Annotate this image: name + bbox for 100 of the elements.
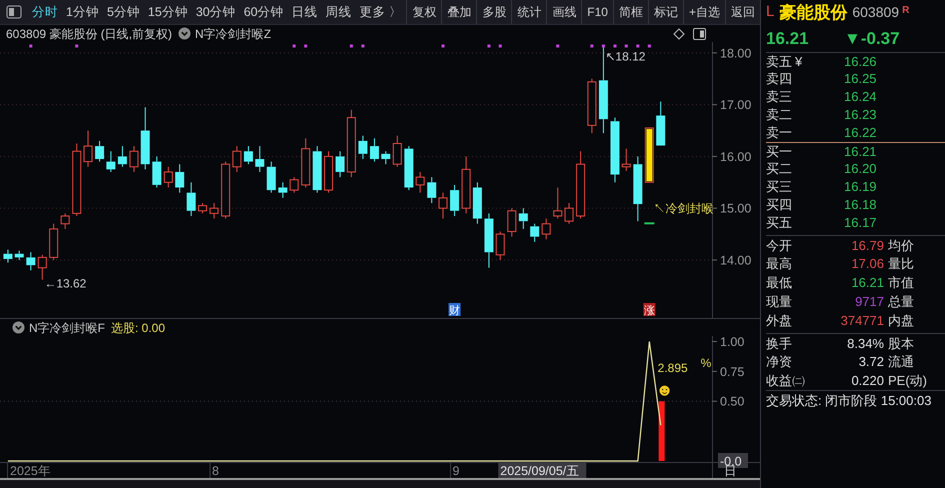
candlestick <box>358 135 368 160</box>
price-annotation: ↖18.12 <box>605 50 646 64</box>
stat-label: 流通 <box>888 353 914 371</box>
signal-dash <box>644 222 654 224</box>
period-tab[interactable]: 1分钟 <box>62 0 103 24</box>
axis-label: 17.00 <box>720 98 752 112</box>
toolbar-button[interactable]: F10 <box>581 0 613 24</box>
candlestick <box>622 148 631 172</box>
toolbar-button[interactable]: 标记 <box>648 0 683 24</box>
toolbar-button[interactable]: +自选 <box>682 0 725 24</box>
period-tab[interactable]: 30分钟 <box>192 0 240 24</box>
cursor-date-label: 2025/09/05/五 <box>498 463 586 478</box>
stat-label: 股本 <box>888 335 914 352</box>
order-label: 买二 <box>766 160 792 178</box>
stat-label: 量比 <box>888 255 914 273</box>
axis-label: 14.00 <box>720 254 752 268</box>
axis-label: 16.00 <box>720 150 752 164</box>
candlestick <box>587 78 596 134</box>
axis-label: 18.00 <box>720 46 752 60</box>
period-tab[interactable]: 5分钟 <box>102 0 144 24</box>
order-price: 16.23 <box>844 106 877 124</box>
stat-label: 均价 <box>888 237 914 254</box>
period-tab[interactable]: 15分钟 <box>144 0 192 24</box>
period-tab[interactable]: 更多 〉 <box>356 0 406 24</box>
stat-value: 0.220 <box>850 372 884 390</box>
event-marker: 财 <box>448 303 461 317</box>
candlestick <box>438 192 448 220</box>
period-tab[interactable]: 日线 <box>288 0 322 24</box>
dropdown-icon[interactable] <box>12 321 25 334</box>
order-label: 卖二 <box>766 106 792 124</box>
order-label: 买四 <box>766 196 792 214</box>
order-label: 买一 <box>766 143 792 160</box>
rights-label: R <box>902 4 910 18</box>
trading-status: 交易状态: 闭市阶段 15:00:03 <box>766 393 932 408</box>
order-price: 16.19 <box>844 178 877 196</box>
toolbar-button[interactable]: 画线 <box>546 0 582 24</box>
period-tab[interactable]: 周线 <box>322 0 356 24</box>
order-label: 买五 <box>766 214 792 232</box>
diamond-icon[interactable] <box>673 28 685 40</box>
axis-label: 1.00 <box>720 336 744 349</box>
stat-label: 最高 <box>766 255 793 273</box>
currency-mark: ¥ <box>795 53 802 70</box>
order-price: 16.25 <box>844 70 877 88</box>
order-price: 16.17 <box>844 214 877 232</box>
stat-value: 9717 <box>854 293 884 311</box>
price-annotation: ←13.62 <box>44 276 86 291</box>
toolbar-button[interactable]: 统计 <box>511 0 546 24</box>
stat-label: 换手 <box>766 335 793 352</box>
period-tab[interactable]: 60分钟 <box>240 0 288 24</box>
candlestick <box>496 231 505 260</box>
stat-label: 今开 <box>766 237 793 254</box>
order-price: 16.21 <box>844 143 877 160</box>
toolbar-button[interactable]: 复权 <box>406 0 442 24</box>
axis-label: 15.00 <box>720 202 752 216</box>
panel-toggle-icon[interactable] <box>6 5 22 19</box>
stat-label: PE(动) <box>888 372 927 390</box>
signal-annotation: ↖冷剑封喉 <box>653 201 714 216</box>
candlestick <box>633 156 642 222</box>
stat-label: 内盘 <box>888 312 914 330</box>
toolbar-button[interactable]: 多股 <box>476 0 512 24</box>
last-price: 16.21 <box>766 28 810 50</box>
order-price: 16.20 <box>844 160 877 178</box>
stat-label: 外盘 <box>766 312 793 330</box>
stat-value: 3.72 <box>858 353 884 371</box>
stat-value: 17.06 <box>850 255 884 273</box>
stock-name: 豪能股份 <box>779 2 848 24</box>
indicator-name: N字冷剑封喉Z <box>195 26 272 42</box>
stat-value: 16.79 <box>850 237 884 254</box>
order-label: 卖四 <box>766 70 792 88</box>
stat-label: 收益㈡ <box>766 372 806 390</box>
stat-label: 净资 <box>766 353 793 371</box>
toolbar-button[interactable]: 简框 <box>612 0 648 24</box>
indicator-name: N字冷剑封喉F <box>29 320 105 336</box>
order-label: 买三 <box>766 178 792 196</box>
value-label: 2.895 <box>658 360 688 375</box>
order-price: 16.26 <box>844 53 877 70</box>
date-label: 8 <box>212 464 219 478</box>
order-label: 卖一 <box>766 124 792 142</box>
stat-value: 8.34% <box>846 335 884 352</box>
panel-icon[interactable] <box>693 28 706 40</box>
candlestick <box>301 138 310 188</box>
date-label: 9 <box>452 464 460 478</box>
toolbar-button[interactable]: 叠加 <box>441 0 476 24</box>
stat-value: 16.21 <box>850 274 884 292</box>
stat-value: 374771 <box>840 312 884 330</box>
stock-code: 603809 <box>852 3 900 22</box>
market-label: L <box>766 2 774 22</box>
order-price: 16.18 <box>844 196 877 214</box>
dropdown-icon[interactable] <box>178 27 192 40</box>
order-price: 16.24 <box>844 88 877 106</box>
order-label: 卖三 <box>766 88 792 106</box>
event-marker: 涨 <box>643 303 656 317</box>
unit-label: % <box>700 356 712 370</box>
toolbar-button[interactable]: 返回 <box>725 0 760 24</box>
chart-title: 603809 豪能股份 (日线,前复权) <box>6 26 172 42</box>
smiley-icon: ☻ <box>656 380 674 400</box>
period-tab[interactable]: 分时 <box>28 0 62 24</box>
order-label: 卖五 <box>766 53 792 70</box>
stat-label: 总量 <box>888 293 914 311</box>
price-change: ▼-0.37 <box>844 28 900 50</box>
